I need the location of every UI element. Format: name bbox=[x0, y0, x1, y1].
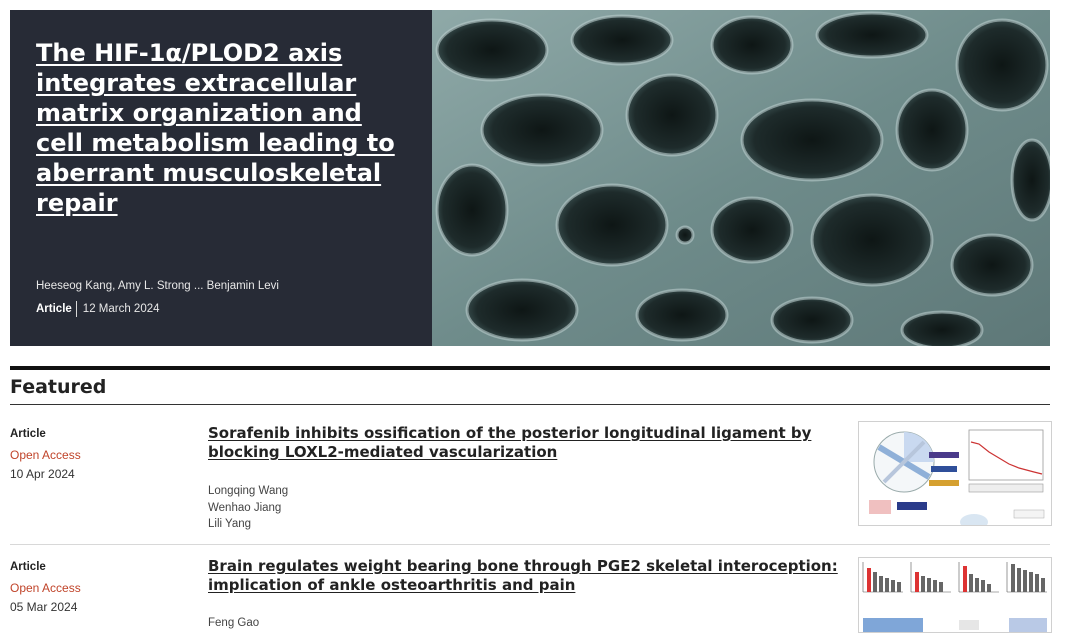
author-name: Wenhao Jiang bbox=[208, 501, 282, 514]
figure-thumbnail[interactable] bbox=[858, 421, 1052, 526]
hero-article-type: Article bbox=[36, 303, 72, 315]
open-access-label: Open Access bbox=[10, 448, 81, 462]
bone-micrograph-image[interactable] bbox=[432, 10, 1050, 346]
hero-date: 12 March 2024 bbox=[82, 303, 160, 315]
author-name: Longqing Wang bbox=[208, 485, 289, 497]
article-authors: Longqing Wang Wenhao Jiang Lili Yang bbox=[208, 483, 508, 533]
featured-heading-underline bbox=[10, 404, 1050, 405]
figure-thumbnail[interactable] bbox=[858, 557, 1052, 633]
open-access-label: Open Access bbox=[10, 581, 81, 595]
bone-micrograph-art bbox=[432, 10, 1050, 346]
author-name: Feng Gao bbox=[208, 617, 260, 629]
item-divider bbox=[10, 544, 1050, 545]
featured-article-item: Article Open Access 05 Mar 2024 Brain re… bbox=[10, 557, 1052, 633]
hero-authors: Heeseog Kang, Amy L. Strong ... Benjamin… bbox=[36, 280, 279, 292]
article-date: 05 Mar 2024 bbox=[10, 600, 78, 614]
article-type: Article bbox=[10, 561, 46, 573]
article-date: 10 Apr 2024 bbox=[10, 467, 75, 481]
hero-meta: Article 12 March 2024 bbox=[36, 301, 160, 317]
featured-heading: Featured bbox=[10, 376, 107, 398]
hero-text-panel: The HIF-1α/PLOD2 axis integrates extrace… bbox=[10, 10, 432, 346]
article-title-link[interactable]: Sorafenib inhibits ossification of the p… bbox=[208, 424, 838, 462]
article-title-link[interactable]: Brain regulates weight bearing bone thro… bbox=[208, 557, 838, 595]
article-type: Article bbox=[10, 428, 46, 440]
chord-diagram-thumbnail-icon bbox=[869, 429, 1045, 525]
hero-banner: The HIF-1α/PLOD2 axis integrates extrace… bbox=[10, 10, 1050, 346]
author-name: Lili Yang bbox=[208, 518, 252, 530]
bar-charts-thumbnail-icon bbox=[862, 562, 1047, 632]
article-authors: Feng Gao bbox=[208, 615, 508, 632]
featured-top-rule bbox=[10, 366, 1050, 370]
featured-article-item: Article Open Access 10 Apr 2024 Sorafeni… bbox=[10, 421, 1052, 538]
meta-separator bbox=[75, 301, 77, 317]
hero-article-title-link[interactable]: The HIF-1α/PLOD2 axis integrates extrace… bbox=[36, 38, 408, 218]
